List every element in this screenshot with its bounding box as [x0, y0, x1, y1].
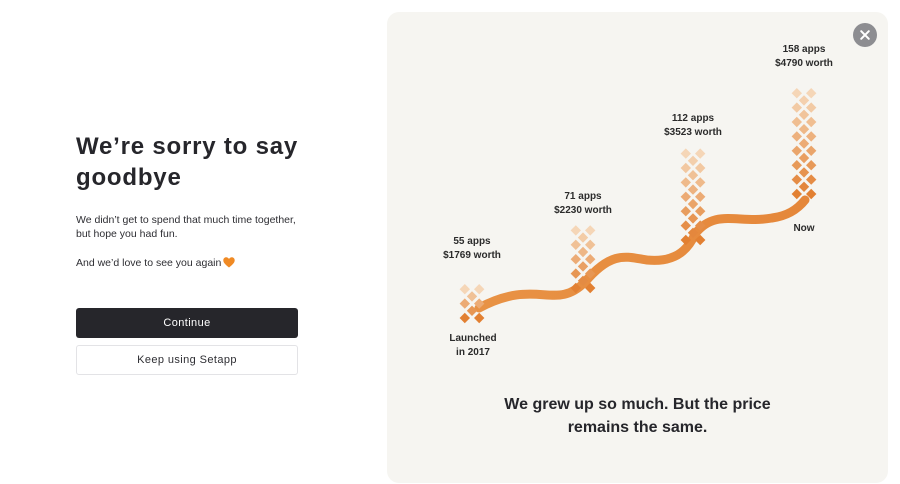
stack-diamond	[791, 88, 802, 99]
tagline-line-2: remains the same.	[567, 419, 708, 436]
stack-diamond	[806, 131, 817, 142]
stack-diamond	[459, 298, 470, 309]
stack-diamond	[570, 268, 581, 279]
stack-diamond	[695, 191, 706, 202]
stack-diamond	[570, 225, 581, 236]
stack-diamond	[806, 160, 817, 171]
growth-path	[474, 195, 810, 313]
milestone-3-worth: $3523 worth	[664, 127, 722, 138]
keep-using-setapp-button[interactable]: Keep using Setapp	[76, 345, 298, 375]
stack-diamond	[459, 312, 470, 324]
continue-button[interactable]: Continue	[76, 308, 298, 338]
stack-diamond	[806, 174, 817, 185]
stack-diamond	[791, 174, 802, 185]
close-button[interactable]	[853, 23, 877, 47]
milestone-2-label: 71 apps $2230 worth	[554, 190, 612, 218]
stack-diamond	[585, 239, 596, 250]
stack-diamond	[466, 291, 478, 302]
stack-diamond	[570, 254, 581, 265]
stack-diamond	[680, 206, 691, 217]
stack-diamond	[791, 145, 802, 156]
tagline: We grew up so much. But the price remain…	[387, 393, 888, 439]
milestone-4-caption-line1: Now	[793, 223, 815, 234]
stack-diamond	[791, 116, 802, 128]
milestone-1-caption-line1: Launched	[449, 333, 497, 344]
stack-diamond	[791, 188, 802, 200]
stack-diamond	[577, 261, 589, 272]
stack-diamond	[459, 284, 470, 295]
stack-diamond	[791, 102, 802, 113]
milestone-1-label: 55 apps $1769 worth	[443, 235, 501, 263]
milestone-3-label: 112 apps $3523 worth	[664, 112, 722, 140]
stack-diamond	[585, 254, 596, 265]
stack-diamond	[798, 152, 810, 164]
milestone-4-label: 158 apps $4790 worth	[775, 43, 833, 71]
stack-diamond	[680, 191, 691, 202]
stack-diamond	[695, 148, 706, 159]
stack-diamond	[687, 155, 699, 166]
stack-diamond	[474, 312, 485, 324]
see-you-again-message: And we’d love to see you again	[76, 256, 306, 272]
stack-diamond	[687, 213, 699, 224]
stack-diamond	[798, 138, 810, 149]
stack-diamond	[570, 239, 581, 250]
milestone-1-caption-line2: in 2017	[456, 347, 490, 358]
milestone-4-caption: Now	[793, 222, 814, 236]
stack-diamond	[791, 160, 802, 171]
stack-diamond	[798, 95, 810, 106]
stack-diamond	[806, 88, 817, 99]
milestone-2-worth: $2230 worth	[554, 205, 612, 216]
stack-diamond	[695, 162, 706, 174]
stack-diamond	[798, 124, 810, 135]
milestone-1-apps: 55 apps	[453, 236, 491, 247]
growth-illustration-panel: 55 apps $1769 worth Launched in 2017 71 …	[387, 12, 888, 483]
see-you-again-text: And we’d love to see you again	[76, 257, 222, 269]
stack-diamond	[687, 198, 699, 210]
stack-diamond	[680, 148, 691, 159]
milestone-1-caption: Launched in 2017	[449, 332, 496, 360]
app-stacks	[459, 88, 817, 324]
title-line-1: We’re sorry to say	[76, 133, 299, 160]
stack-diamond	[687, 170, 699, 181]
milestone-1-worth: $1769 worth	[443, 250, 501, 261]
stack-diamond	[474, 284, 485, 295]
milestone-4-worth: $4790 worth	[775, 58, 833, 69]
goodbye-screen: We’re sorry to say goodbye We didn’t get…	[0, 0, 900, 484]
stack-diamond	[687, 184, 699, 195]
stack-diamond	[806, 116, 817, 128]
stack-diamond	[798, 109, 810, 120]
stack-diamond	[680, 162, 691, 174]
orange-heart-icon	[223, 257, 236, 272]
stack-diamond	[791, 131, 802, 142]
goodbye-message: We didn’t get to spend that much time to…	[76, 214, 296, 240]
stack-diamond	[577, 232, 589, 243]
title-line-2: goodbye	[76, 164, 182, 191]
stack-diamond	[585, 225, 596, 236]
stack-diamond	[798, 167, 810, 178]
tagline-line-1: We grew up so much. But the price	[504, 396, 771, 413]
milestone-2-apps: 71 apps	[564, 191, 602, 202]
stack-diamond	[680, 220, 691, 231]
page-title: We’re sorry to say goodbye	[76, 131, 316, 193]
stack-diamond	[577, 246, 589, 258]
milestone-4-apps: 158 apps	[782, 44, 826, 55]
close-icon	[860, 30, 870, 40]
stack-diamond	[695, 206, 706, 217]
stack-diamond	[695, 177, 706, 188]
stack-diamond	[806, 145, 817, 156]
stack-diamond	[806, 102, 817, 113]
milestone-3-apps: 112 apps	[671, 113, 715, 124]
stack-diamond	[680, 177, 691, 188]
stack-diamond	[798, 181, 810, 192]
